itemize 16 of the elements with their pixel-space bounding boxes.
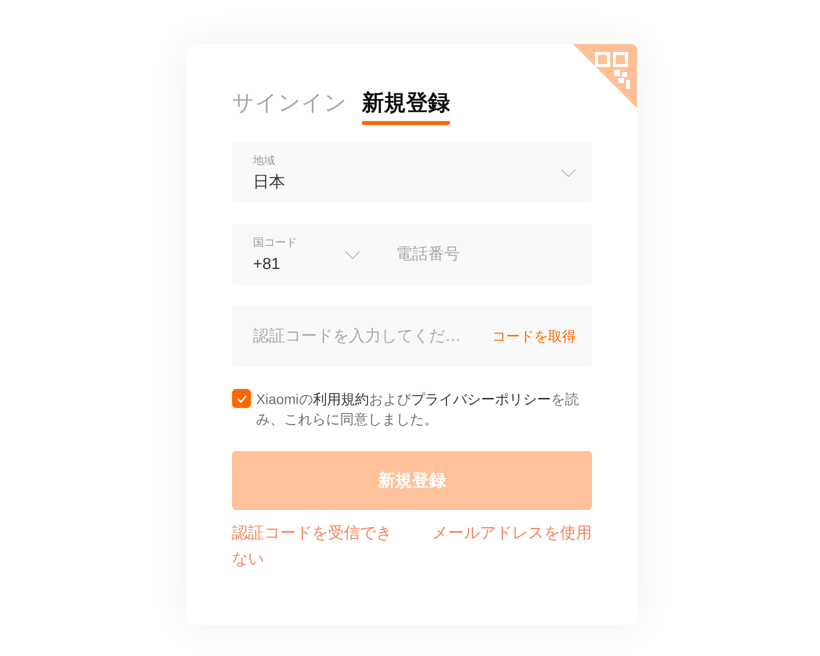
chevron-down-icon	[561, 168, 576, 176]
field-label: 国コード	[253, 236, 298, 250]
tab[interactable]: 新規登録	[362, 89, 450, 125]
selected-value: 日本	[253, 172, 286, 193]
qr-code-icon[interactable]	[573, 44, 637, 108]
policy-link[interactable]: プライバシーポリシー	[410, 391, 551, 407]
field-label: 地域	[253, 154, 276, 168]
agreement-text: Xiaomiの利用規約およびプライバシーポリシーを読み、これらに同意しました。	[256, 390, 580, 429]
checkmark-icon	[236, 394, 246, 402]
policy-link[interactable]: 利用規約	[312, 391, 369, 407]
country-code-select[interactable]: 国コード +81	[253, 232, 360, 277]
phone-field[interactable]: 国コード +81 電話番号	[232, 224, 592, 285]
chevron-down-icon	[345, 250, 360, 258]
selected-value: +81	[253, 255, 282, 275]
checkbox[interactable]	[232, 389, 251, 408]
region-select[interactable]: 地域 日本	[232, 142, 592, 203]
